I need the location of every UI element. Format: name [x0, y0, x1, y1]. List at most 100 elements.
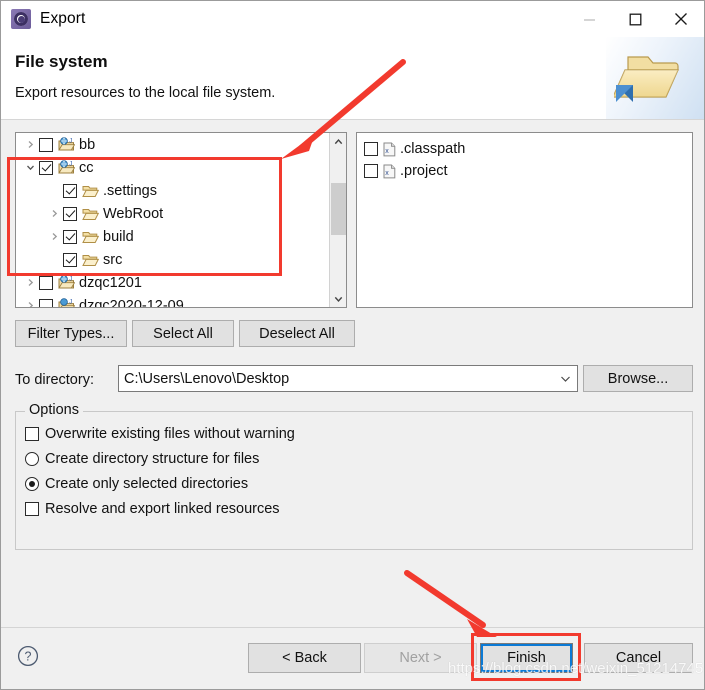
tree-checkbox[interactable] [63, 183, 77, 198]
no-expander [46, 248, 63, 271]
tree-checkbox[interactable] [39, 137, 53, 152]
tree-row-label: dzqc2020-12-09 [79, 297, 184, 308]
chevron-right-icon[interactable] [46, 202, 63, 225]
java-web-project-icon: J [58, 137, 75, 152]
xml-file-icon: x [383, 142, 396, 157]
export-dialog: Export File system Export resources to t… [0, 0, 705, 690]
option-label: Resolve and export linked resources [45, 501, 280, 517]
options-group-title: Options [25, 402, 83, 418]
xml-file-icon: x [383, 164, 396, 179]
file-label: .project [400, 163, 448, 179]
tree-row-label: dzqc1201 [79, 274, 142, 291]
resource-tree[interactable]: J bb J cc .settings WebRoot build src J … [16, 133, 330, 307]
option-label: Create only selected directories [45, 476, 249, 492]
option-radio[interactable] [25, 477, 39, 491]
tree-row[interactable]: WebRoot [16, 202, 330, 225]
tree-row-label: build [103, 228, 134, 245]
option-radio[interactable] [25, 452, 39, 466]
no-expander [46, 179, 63, 202]
tree-checkbox[interactable] [39, 298, 53, 307]
option-create-only-selected-directories[interactable]: Create only selected directories [25, 476, 248, 492]
chevron-right-icon[interactable] [46, 225, 63, 248]
chevron-down-icon[interactable] [22, 156, 39, 179]
tree-row-label: WebRoot [103, 205, 164, 222]
chevron-right-icon[interactable] [22, 271, 39, 294]
list-item[interactable]: x .project [364, 160, 692, 182]
tree-checkbox[interactable] [63, 206, 77, 221]
back-button[interactable]: < Back [248, 643, 361, 673]
option-checkbox[interactable] [25, 502, 39, 516]
tree-checkbox[interactable] [63, 229, 77, 244]
resource-tree-pane[interactable]: J bb J cc .settings WebRoot build src J … [15, 132, 347, 308]
svg-text:J: J [69, 276, 72, 282]
file-checkbox[interactable] [364, 142, 378, 156]
svg-text:J: J [69, 138, 72, 144]
window-controls [566, 1, 704, 37]
help-question-icon[interactable]: ? [17, 645, 39, 672]
svg-text:?: ? [25, 650, 32, 664]
svg-text:x: x [385, 170, 389, 177]
svg-text:J: J [69, 161, 72, 167]
file-checkbox[interactable] [364, 164, 378, 178]
tree-checkbox[interactable] [39, 160, 53, 175]
svg-text:J: J [69, 299, 72, 305]
tree-row[interactable]: .settings [16, 179, 330, 202]
java-web-project-icon: J [58, 160, 75, 175]
file-list[interactable]: x .classpath x .project [357, 133, 692, 307]
folder-icon [82, 207, 99, 221]
file-label: .classpath [400, 141, 466, 157]
tree-row[interactable]: J dzqc2020-12-09 [16, 294, 330, 307]
maximize-icon[interactable] [612, 1, 658, 37]
dialog-header: File system Export resources to the loca… [1, 37, 704, 120]
tree-checkbox[interactable] [39, 275, 53, 290]
title-bar: Export [1, 1, 704, 37]
page-description: Export resources to the local file syste… [15, 85, 276, 101]
tree-vertical-scrollbar[interactable] [329, 133, 346, 307]
java-web-project-icon: J [58, 275, 75, 290]
folder-icon [82, 230, 99, 244]
tree-row[interactable]: J dzqc1201 [16, 271, 330, 294]
scroll-down-icon[interactable] [330, 290, 346, 307]
scroll-up-icon[interactable] [330, 133, 346, 150]
open-folder-export-icon [606, 37, 704, 119]
tree-row-label: .settings [103, 182, 157, 199]
to-directory-label: To directory: [15, 372, 94, 388]
chevron-down-icon[interactable] [553, 375, 577, 383]
folder-icon [82, 253, 99, 267]
java-web-project-icon: J [58, 298, 75, 307]
minimize-icon[interactable] [566, 1, 612, 37]
tree-row[interactable]: src [16, 248, 330, 271]
chevron-right-icon[interactable] [22, 294, 39, 307]
tree-row-label: src [103, 251, 123, 268]
option-label: Create directory structure for files [45, 451, 260, 467]
file-list-pane[interactable]: x .classpath x .project [356, 132, 693, 308]
tree-row[interactable]: build [16, 225, 330, 248]
close-icon[interactable] [658, 1, 704, 37]
tree-checkbox[interactable] [63, 252, 77, 267]
tree-row[interactable]: J bb [16, 133, 330, 156]
svg-text:x: x [385, 148, 389, 155]
export-gear-icon [11, 9, 31, 29]
window-title: Export [40, 10, 86, 27]
dialog-body: J bb J cc .settings WebRoot build src J … [1, 120, 704, 627]
directory-input[interactable]: C:\Users\Lenovo\Desktop [119, 371, 553, 387]
directory-combo[interactable]: C:\Users\Lenovo\Desktop [118, 365, 578, 392]
page-title: File system [15, 52, 108, 71]
scrollbar-thumb[interactable] [331, 183, 346, 235]
tree-row-label: cc [79, 159, 94, 176]
deselect-all-button[interactable]: Deselect All [239, 320, 355, 347]
option-overwrite-existing-files[interactable]: Overwrite existing files without warning [25, 426, 295, 442]
list-item[interactable]: x .classpath [364, 138, 692, 160]
option-create-directory-structure[interactable]: Create directory structure for files [25, 451, 259, 467]
filter-types-button[interactable]: Filter Types... [15, 320, 127, 347]
chevron-right-icon[interactable] [22, 133, 39, 156]
finish-button[interactable]: Finish [480, 643, 573, 673]
cancel-button[interactable]: Cancel [584, 643, 693, 673]
next-button: Next > [364, 643, 477, 673]
tree-row[interactable]: J cc [16, 156, 330, 179]
option-resolve-export-linked-resources[interactable]: Resolve and export linked resources [25, 501, 280, 517]
select-all-button[interactable]: Select All [132, 320, 234, 347]
browse-button[interactable]: Browse... [583, 365, 693, 392]
option-checkbox[interactable] [25, 427, 39, 441]
tree-row-label: bb [79, 136, 96, 153]
